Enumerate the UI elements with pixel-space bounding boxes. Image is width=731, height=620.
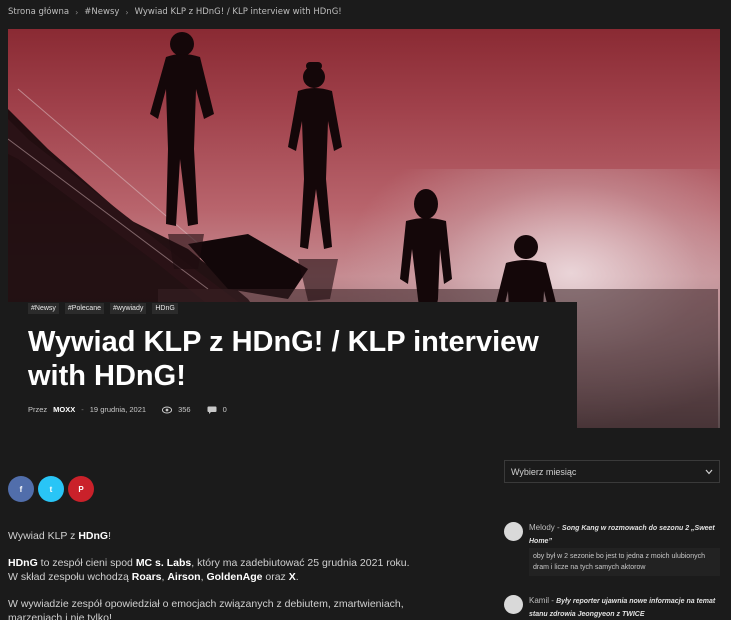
- twitter-icon: t: [49, 484, 53, 494]
- view-count: 356: [178, 405, 191, 414]
- comment-excerpt: oby był w 2 sezonie bo jest to jedna z m…: [529, 548, 720, 576]
- tag-polecane[interactable]: #Polecane: [64, 303, 104, 314]
- comment-icon: [207, 406, 217, 414]
- breadcrumb-home[interactable]: Strona główna: [8, 7, 69, 17]
- facebook-share-button[interactable]: f: [8, 476, 34, 502]
- page-title: Wywiad KLP z HDnG! / KLP interview with …: [28, 326, 539, 392]
- pinterest-icon: P: [78, 484, 84, 494]
- chevron-down-icon: [705, 469, 713, 474]
- recent-comment: Kamil - Były reporter ujawnia nowe infor…: [504, 595, 720, 620]
- facebook-icon: f: [19, 484, 23, 494]
- comment-post-link[interactable]: Były reporter ujawnia nowe informacje na…: [529, 598, 715, 618]
- article-paragraph: Wywiad KLP z HDnG!: [8, 530, 111, 542]
- article-paragraph: W wywiadzie zespół opowiedział o emocjac…: [8, 598, 404, 620]
- tag-wywiady[interactable]: #wywiady: [110, 303, 147, 314]
- pinterest-share-button[interactable]: P: [68, 476, 94, 502]
- share-buttons: f t P: [8, 476, 94, 502]
- comment-author: Melody: [529, 523, 555, 532]
- archive-select-value: Wybierz miesiąc: [511, 466, 577, 477]
- author-link[interactable]: MOXX: [53, 405, 75, 414]
- tag-list: #Newsy #Polecane #wywiady HDnG: [28, 302, 557, 314]
- post-meta: Przez MOXX - 19 grudnia, 2021 356 0: [28, 405, 557, 414]
- twitter-share-button[interactable]: t: [38, 476, 64, 502]
- avatar: [504, 595, 523, 614]
- by-label: Przez: [28, 405, 48, 414]
- breadcrumb-current: Wywiad KLP z HDnG! / KLP interview with …: [134, 7, 342, 17]
- recent-comment: Melody - Song Kang w rozmowach do sezonu…: [504, 522, 720, 576]
- comment-author: Kamil: [529, 596, 550, 605]
- tag-newsy[interactable]: #Newsy: [28, 303, 59, 314]
- eye-icon: [162, 406, 173, 413]
- avatar: [504, 522, 523, 541]
- comment-count[interactable]: 0: [223, 405, 227, 414]
- breadcrumb-separator: ›: [125, 7, 129, 17]
- archive-month-select[interactable]: Wybierz miesiąc: [504, 460, 720, 483]
- post-header: #Newsy #Polecane #wywiady HDnG Wywiad KL…: [8, 302, 577, 429]
- post-date: 19 grudnia, 2021: [89, 405, 147, 414]
- article-paragraph: HDnG to zespół cieni spod MC s. Labs, kt…: [8, 557, 410, 583]
- breadcrumb-separator: ›: [75, 7, 79, 17]
- tag-hdng[interactable]: HDnG: [152, 303, 178, 314]
- breadcrumb-category[interactable]: #Newsy: [84, 7, 119, 17]
- meta-separator: -: [81, 405, 84, 414]
- breadcrumb: Strona główna › #Newsy › Wywiad KLP z HD…: [8, 7, 342, 17]
- article-body: Wywiad KLP z HDnG! HDnG to zespół cieni …: [8, 529, 448, 620]
